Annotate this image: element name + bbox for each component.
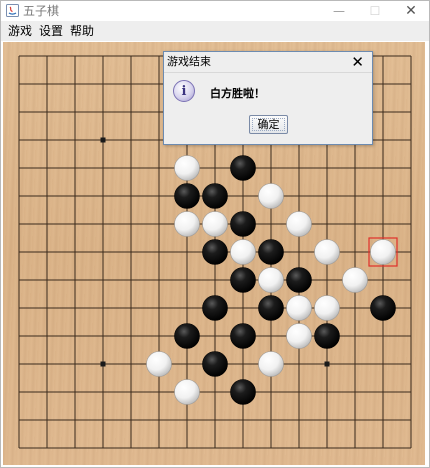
java-app-icon: [6, 4, 19, 17]
main-window: 五子棋 — ☐ ✕ 游戏 设置 帮助 游戏结束 ✕ i 白方胜啦！ 确定: [0, 0, 430, 468]
black-stone: [258, 239, 284, 265]
white-stone: [314, 239, 340, 265]
black-stone: [202, 239, 228, 265]
white-stone: [258, 183, 284, 209]
info-icon: i: [173, 80, 195, 102]
dialog-close-icon[interactable]: ✕: [351, 52, 364, 72]
maximize-icon: ☐: [369, 4, 381, 18]
white-stone: [258, 351, 284, 377]
ok-button[interactable]: 确定: [249, 115, 288, 134]
white-stone: [370, 239, 396, 265]
white-stone: [230, 239, 256, 265]
dialog-divider: [164, 72, 372, 73]
minimize-icon: —: [333, 4, 345, 18]
black-stone: [230, 155, 256, 181]
star-point: [100, 137, 106, 143]
black-stone: [230, 211, 256, 237]
menu-help[interactable]: 帮助: [70, 23, 94, 39]
white-stone: [174, 155, 200, 181]
white-stone: [286, 211, 312, 237]
star-point: [100, 361, 106, 367]
black-stone: [202, 183, 228, 209]
game-over-dialog: 游戏结束 ✕ i 白方胜啦！ 确定: [163, 51, 373, 145]
star-point: [324, 361, 330, 367]
white-stone: [342, 267, 368, 293]
white-stone: [258, 267, 284, 293]
window-title: 五子棋: [23, 4, 60, 18]
ok-button-label: 确定: [257, 118, 280, 131]
black-stone: [258, 295, 284, 321]
white-stone: [314, 295, 340, 321]
white-stone: [202, 211, 228, 237]
dialog-title: 游戏结束: [167, 55, 211, 68]
black-stone: [202, 351, 228, 377]
menu-settings[interactable]: 设置: [39, 23, 63, 39]
black-stone: [174, 183, 200, 209]
black-stone: [230, 267, 256, 293]
close-icon: ✕: [405, 3, 417, 19]
black-stone: [286, 267, 312, 293]
white-stone: [286, 295, 312, 321]
dialog-message: 白方胜啦！: [210, 87, 265, 100]
black-stone: [230, 323, 256, 349]
black-stone: [314, 323, 340, 349]
white-stone: [286, 323, 312, 349]
minimize-button[interactable]: —: [321, 1, 357, 21]
maximize-button[interactable]: ☐: [357, 1, 393, 21]
close-button[interactable]: ✕: [393, 1, 429, 21]
black-stone: [174, 323, 200, 349]
title-bar: 五子棋 — ☐ ✕: [1, 1, 429, 21]
black-stone: [370, 295, 396, 321]
white-stone: [174, 211, 200, 237]
white-stone: [146, 351, 172, 377]
menu-game[interactable]: 游戏: [8, 23, 32, 39]
menu-bar: 游戏 设置 帮助: [1, 21, 429, 41]
black-stone: [202, 295, 228, 321]
black-stone: [230, 379, 256, 405]
white-stone: [174, 379, 200, 405]
